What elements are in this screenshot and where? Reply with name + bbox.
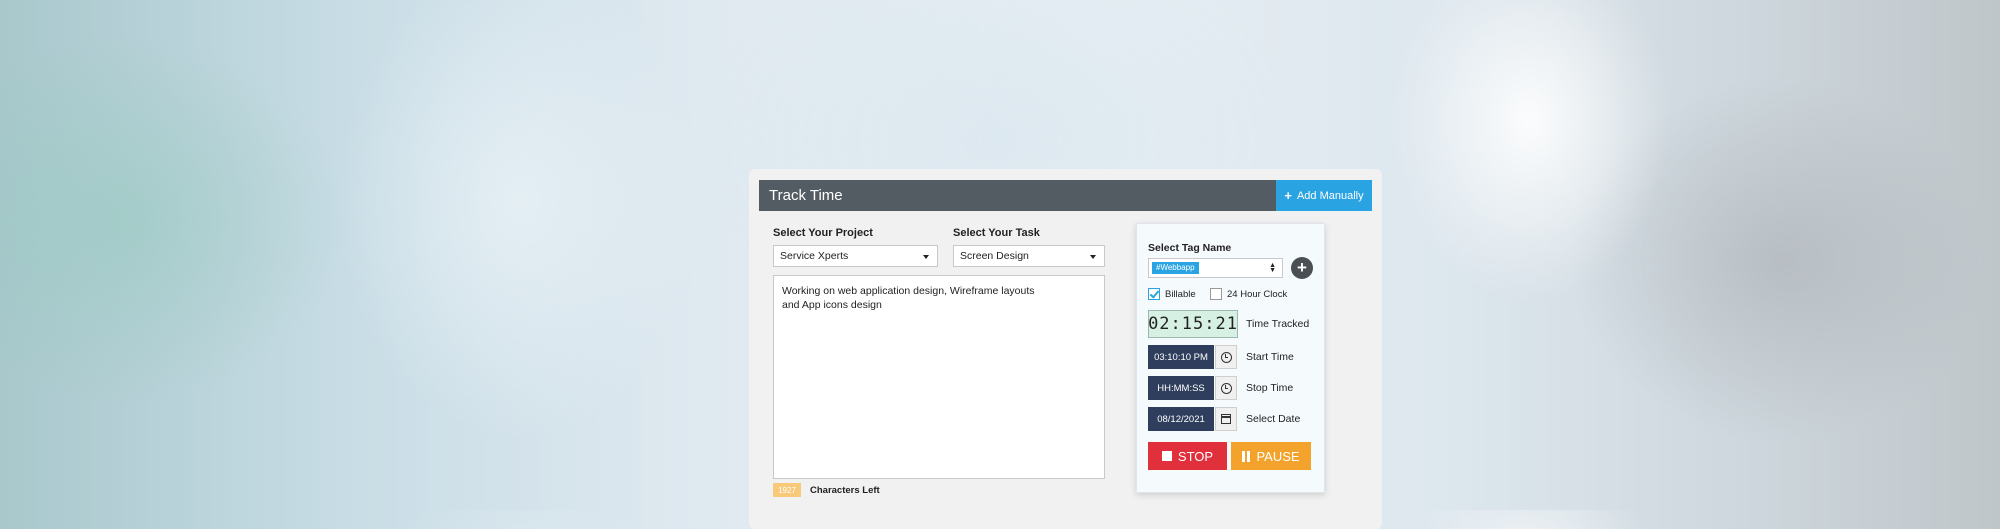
tag-select[interactable]: #Webbapp ▲ ▼ xyxy=(1148,258,1283,278)
characters-left-count: 1927 xyxy=(773,483,801,497)
select-date-label: Select Date xyxy=(1246,413,1301,425)
date-picker[interactable] xyxy=(1215,407,1237,431)
timer-panel: Select Tag Name #Webbapp ▲ ▼ + Billable 2… xyxy=(1136,223,1325,493)
date-field[interactable]: 08/12/2021 xyxy=(1148,407,1214,431)
stop-icon xyxy=(1161,451,1172,461)
stop-time-label: Stop Time xyxy=(1246,382,1294,394)
24-hour-clock-label: 24 Hour Clock xyxy=(1227,289,1288,300)
updown-icon: ▲ ▼ xyxy=(1269,262,1276,274)
add-manually-button[interactable]: + Add Manually xyxy=(1276,180,1372,211)
caret-down-icon xyxy=(1090,255,1096,259)
billable-label: Billable xyxy=(1165,289,1196,300)
tag-chip: #Webbapp xyxy=(1152,262,1199,274)
time-tracked-display: 02:15:21 xyxy=(1148,310,1238,338)
add-circle-icon[interactable]: + xyxy=(1291,257,1313,279)
project-select[interactable]: Service Xperts xyxy=(773,245,938,267)
characters-left-label: Characters Left xyxy=(810,485,880,496)
start-time-field[interactable]: 03:10:10 PM xyxy=(1148,345,1214,369)
stop-time-picker[interactable] xyxy=(1215,376,1237,400)
billable-checkbox[interactable] xyxy=(1148,288,1160,300)
24-hour-clock-checkbox[interactable] xyxy=(1210,288,1222,300)
clock-icon xyxy=(1220,351,1232,363)
stop-label: STOP xyxy=(1177,448,1214,464)
page-title: Track Time xyxy=(769,187,843,204)
add-manually-label: Add Manually xyxy=(1296,189,1364,202)
project-label: Select Your Project xyxy=(773,227,873,239)
track-time-header: Track Time + Add Manually xyxy=(759,180,1372,211)
pause-label: PAUSE xyxy=(1256,448,1300,464)
track-time-card: Track Time + Add Manually Select Your Pr… xyxy=(749,169,1382,529)
project-value: Service Xperts xyxy=(780,250,849,262)
task-select[interactable]: Screen Design xyxy=(953,245,1105,267)
stop-time-field[interactable]: HH:MM:SS xyxy=(1148,376,1214,400)
start-time-label: Start Time xyxy=(1246,351,1294,363)
task-value: Screen Design xyxy=(960,250,1029,262)
stop-button[interactable]: STOP xyxy=(1148,442,1227,470)
plus-icon: + xyxy=(1284,188,1292,203)
pause-button[interactable]: PAUSE xyxy=(1231,442,1311,470)
start-time-picker[interactable] xyxy=(1215,345,1237,369)
description-textarea[interactable]: Working on web application design, Wiref… xyxy=(773,275,1105,479)
tag-label: Select Tag Name xyxy=(1148,242,1232,254)
task-label: Select Your Task xyxy=(953,227,1040,239)
caret-down-icon xyxy=(923,255,929,259)
pause-icon xyxy=(1242,450,1251,462)
calendar-icon xyxy=(1221,414,1231,424)
time-tracked-label: Time Tracked xyxy=(1246,318,1310,330)
clock-icon xyxy=(1220,382,1232,394)
